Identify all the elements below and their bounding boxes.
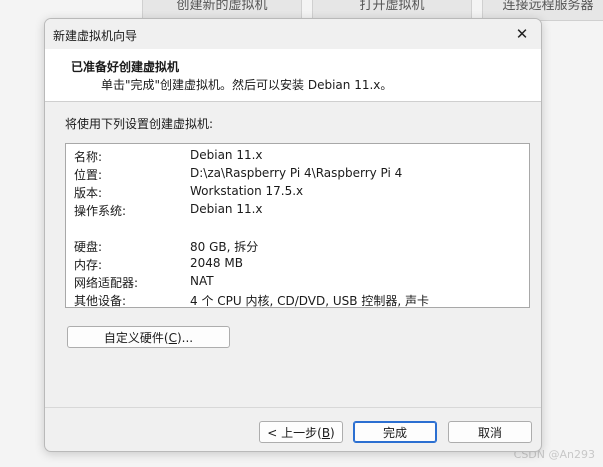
button-label-suffix: ) [330,425,335,440]
summary-value: Debian 11.x [190,202,263,216]
settings-summary-box[interactable]: 名称: Debian 11.x 位置: D:\za\Raspberry Pi 4… [65,143,530,308]
summary-value: 2048 MB [190,256,243,270]
button-label-suffix: )... [176,330,194,345]
summary-value: 4 个 CPU 内核, CD/DVD, USB 控制器, 声卡 [190,294,429,308]
summary-value: D:\za\Raspberry Pi 4\Raspberry Pi 4 [190,166,403,180]
title-bar[interactable]: 新建虚拟机向导 ✕ [45,19,541,49]
intro-text: 将使用下列设置创建虚拟机: [65,117,214,131]
back-button[interactable]: < 上一步(B) [259,421,343,443]
button-label: 自定义硬件( [103,330,169,345]
header-title: 已准备好创建虚拟机 [71,60,180,74]
summary-key: 名称: [74,150,103,164]
bg-tile-label: 创建新的虚拟机 [176,0,268,13]
finish-button[interactable]: 完成 [353,421,437,443]
bg-tile-label: 连接远程服务器 [502,0,594,13]
header-subtitle: 单击"完成"创建虚拟机。然后可以安装 Debian 11.x。 [101,78,393,92]
button-label: < 上一步( [267,425,322,440]
summary-value: NAT [190,274,214,288]
bg-tile-label: 打开虚拟机 [359,0,425,13]
summary-key: 操作系统: [74,204,127,218]
new-vm-wizard-dialog: 新建虚拟机向导 ✕ 已准备好创建虚拟机 单击"完成"创建虚拟机。然后可以安装 D… [44,18,542,452]
summary-key: 硬盘: [74,240,103,254]
accelerator-key: C [168,330,177,345]
close-icon[interactable]: ✕ [509,23,535,45]
footer-divider [45,407,541,408]
summary-key: 其他设备: [74,294,127,308]
customize-hardware-button[interactable]: 自定义硬件(C)... [67,326,230,348]
summary-value: 80 GB, 拆分 [190,240,259,254]
cancel-button[interactable]: 取消 [448,421,532,443]
summary-value: Debian 11.x [190,148,263,162]
summary-key: 版本: [74,186,103,200]
summary-key: 网络适配器: [74,276,139,290]
summary-key: 内存: [74,258,103,272]
summary-key: 位置: [74,168,103,182]
accelerator-key: B [321,425,331,440]
summary-value: Workstation 17.5.x [190,184,304,198]
dialog-title: 新建虚拟机向导 [53,29,138,43]
wizard-header: 已准备好创建虚拟机 单击"完成"创建虚拟机。然后可以安装 Debian 11.x… [45,49,541,102]
